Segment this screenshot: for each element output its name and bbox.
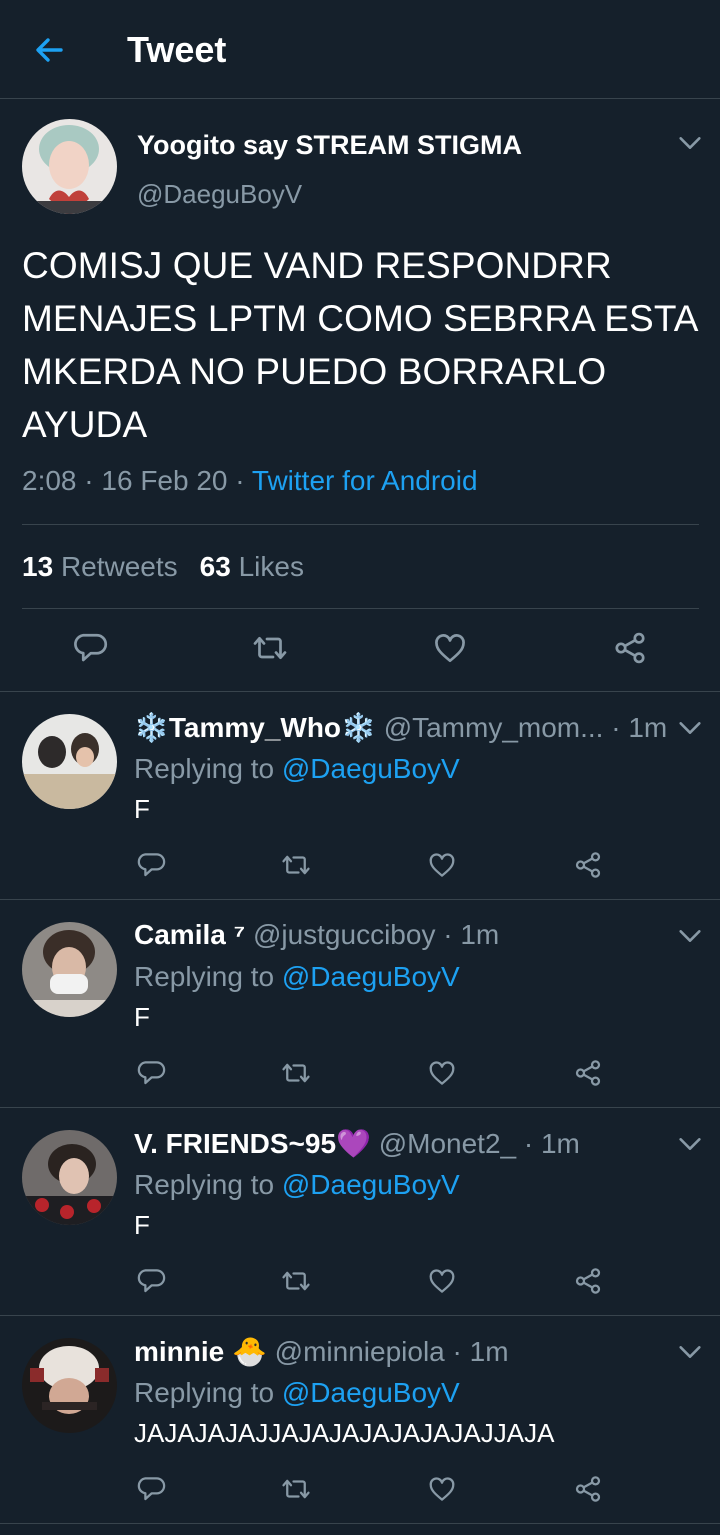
like-icon (432, 630, 468, 666)
avatar[interactable] (22, 1130, 117, 1225)
share-icon (612, 630, 648, 666)
retweet-button[interactable] (281, 850, 311, 880)
divider (22, 524, 699, 525)
chevron-down-icon (676, 1130, 704, 1158)
reply-author-handle[interactable]: @Tammy_mom... · 1m (384, 712, 668, 743)
like-button[interactable] (427, 1474, 457, 1504)
like-button[interactable] (432, 630, 468, 666)
reply-text: JAJAJAJAJJAJAJAJAJAJAJAJJAJA (134, 1418, 555, 1448)
reply-tweet[interactable]: ❄️Tammy_Who❄️ @Tammy_mom... · 1m Replyin… (0, 692, 720, 900)
reply-button[interactable] (136, 1474, 166, 1504)
tweet-time: 2:08 (22, 465, 77, 496)
arrow-left-icon (36, 38, 63, 62)
reply-icon (136, 1474, 166, 1504)
retweet-button[interactable] (281, 1058, 311, 1088)
like-button[interactable] (427, 1266, 457, 1296)
replying-to-link[interactable]: @DaeguBoyV (282, 961, 460, 992)
reply-button[interactable] (136, 850, 166, 880)
reply-author-handle[interactable]: @minniepiola · 1m (275, 1336, 509, 1367)
tweet-meta: 2:08 · 16 Feb 20 · Twitter for Android (22, 465, 478, 496)
more-options-button[interactable] (676, 129, 704, 157)
reply-author-handle[interactable]: @Monet2_ · 1m (379, 1128, 580, 1159)
back-button[interactable] (30, 30, 70, 70)
like-icon (427, 1474, 457, 1504)
author-handle[interactable]: @DaeguBoyV (137, 179, 302, 210)
tweet-date: 16 Feb 20 (101, 465, 228, 496)
chevron-down-icon (676, 129, 704, 157)
reply-author-name[interactable]: Camila ⁷ (134, 919, 245, 950)
share-button[interactable] (573, 1266, 603, 1296)
reply-icon (136, 1058, 166, 1088)
reply-author-name[interactable]: minnie 🐣 (134, 1336, 267, 1367)
replying-to-link[interactable]: @DaeguBoyV (282, 1377, 460, 1408)
chevron-down-icon (676, 714, 704, 742)
share-button[interactable] (573, 1058, 603, 1088)
top-app-bar: Tweet (0, 0, 720, 99)
retweet-button[interactable] (281, 1474, 311, 1504)
reply-button[interactable] (136, 1266, 166, 1296)
share-icon (573, 1266, 603, 1296)
avatar[interactable] (22, 922, 117, 1017)
like-button[interactable] (427, 850, 457, 880)
share-icon (573, 1474, 603, 1504)
chevron-down-icon (676, 922, 704, 950)
reply-icon (136, 1266, 166, 1296)
like-icon (427, 1058, 457, 1088)
reply-button[interactable] (136, 1058, 166, 1088)
reply-icon (72, 630, 108, 666)
main-tweet: Yoogito say STREAM STIGMA @DaeguBoyV COM… (0, 99, 720, 692)
avatar[interactable] (22, 119, 117, 214)
like-icon (427, 1266, 457, 1296)
chevron-down-icon (676, 1338, 704, 1366)
replying-to-link[interactable]: @DaeguBoyV (282, 1169, 460, 1200)
retweet-button[interactable] (281, 1266, 311, 1296)
replying-to-link[interactable]: @DaeguBoyV (282, 753, 460, 784)
reply-tweet[interactable]: minnie 🐣 @minniepiola · 1m Replying to @… (0, 1316, 720, 1524)
divider (22, 608, 699, 609)
reply-author-name[interactable]: V. FRIENDS~95💜 (134, 1128, 371, 1159)
reply-tweet[interactable]: V. FRIENDS~95💜 @Monet2_ · 1m Replying to… (0, 1108, 720, 1316)
more-options-button[interactable] (676, 1338, 704, 1366)
avatar[interactable] (22, 1338, 117, 1433)
retweet-icon (281, 850, 311, 880)
page-title: Tweet (127, 29, 227, 70)
share-button[interactable] (573, 1474, 603, 1504)
reply-author-handle[interactable]: @justgucciboy · 1m (253, 919, 499, 950)
likes-stat[interactable]: 63 Likes (200, 551, 304, 582)
reply-tweet[interactable]: Camila ⁷ @justgucciboy · 1m Replying to … (0, 900, 720, 1108)
retweet-button[interactable] (252, 630, 288, 666)
author-name[interactable]: Yoogito say STREAM STIGMA (137, 130, 522, 161)
retweet-icon (281, 1474, 311, 1504)
more-options-button[interactable] (676, 714, 704, 742)
reply-author-name[interactable]: ❄️Tammy_Who❄️ (134, 712, 376, 743)
more-options-button[interactable] (676, 1130, 704, 1158)
like-icon (427, 850, 457, 880)
reply-icon (136, 850, 166, 880)
reply-button[interactable] (72, 630, 108, 666)
tweet-source-link[interactable]: Twitter for Android (252, 465, 478, 496)
like-button[interactable] (427, 1058, 457, 1088)
retweets-stat[interactable]: 13 Retweets (22, 551, 178, 582)
tweet-text: COMISJ QUE VAND RESPONDRR MENAJES LPTM C… (22, 245, 697, 445)
tweet-stats: 13 Retweets 63 Likes (22, 551, 304, 583)
retweet-icon (281, 1058, 311, 1088)
share-icon (573, 1058, 603, 1088)
avatar[interactable] (22, 714, 117, 809)
share-button[interactable] (612, 630, 648, 666)
reply-text: F (134, 1002, 150, 1032)
reply-text: F (134, 1210, 150, 1240)
reply-text: F (134, 794, 150, 824)
retweet-icon (281, 1266, 311, 1296)
more-options-button[interactable] (676, 922, 704, 950)
share-icon (573, 850, 603, 880)
share-button[interactable] (573, 850, 603, 880)
retweet-icon (252, 630, 288, 666)
